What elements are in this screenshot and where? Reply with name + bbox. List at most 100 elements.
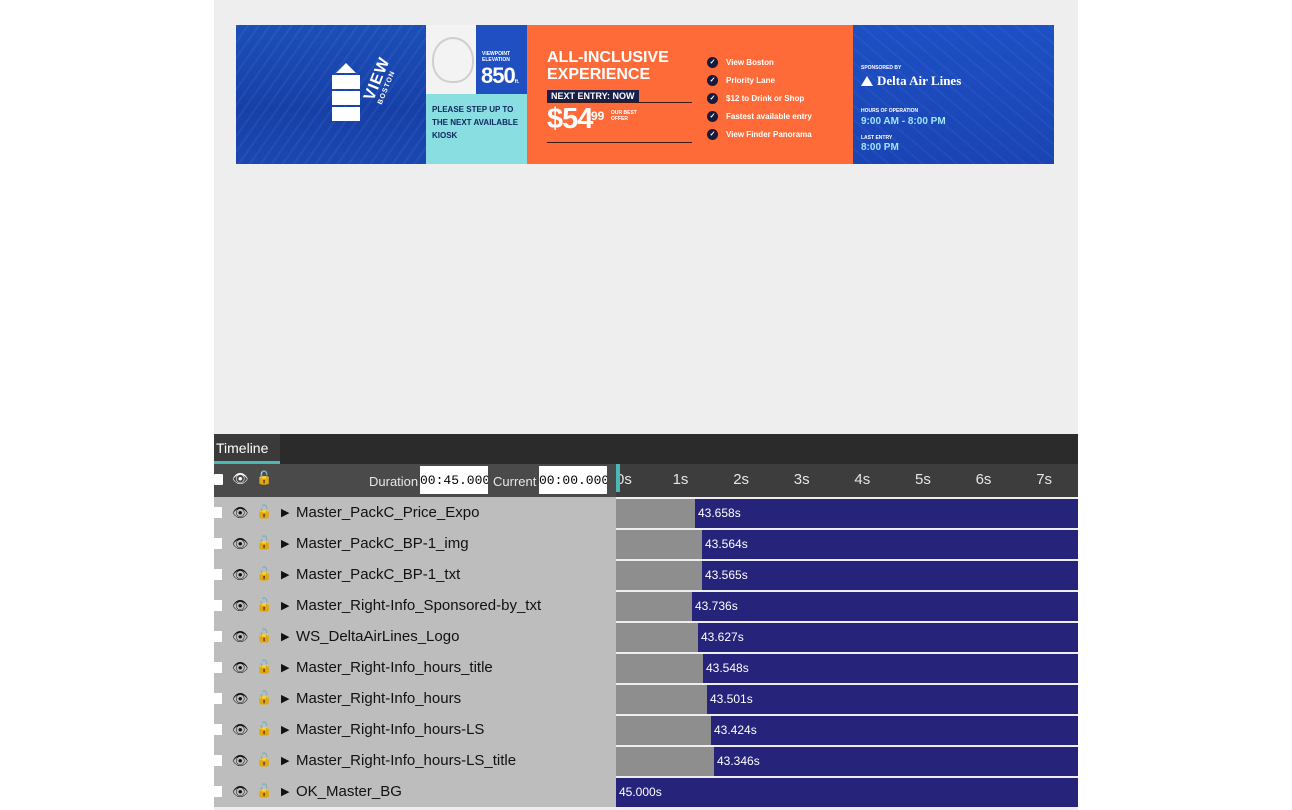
last-entry-label: LAST ENTRY: [861, 135, 893, 141]
track-clip-bar[interactable]: 43.736s: [692, 592, 1078, 621]
check-icon: ✓: [707, 110, 718, 122]
unlock-icon[interactable]: 🔓: [256, 471, 272, 484]
check-icon: ✓: [707, 74, 718, 86]
track-checkbox[interactable]: [214, 724, 222, 735]
track-name: Master_Right-Info_hours: [296, 690, 462, 707]
playhead-handle[interactable]: [616, 464, 620, 492]
triangle-right-icon[interactable]: ▶: [281, 785, 289, 798]
triangle-right-icon[interactable]: ▶: [281, 599, 289, 612]
track-checkbox[interactable]: [214, 507, 222, 518]
timeline-track-row[interactable]: 👁 🔓 ▶ Master_PackC_BP-1_img 43.564s: [214, 528, 1078, 559]
timeline-track-row[interactable]: 👁 🔓 ▶ Master_PackC_Price_Expo 43.658s: [214, 497, 1078, 528]
triangle-right-icon[interactable]: ▶: [281, 506, 289, 519]
timeline-track-row[interactable]: 👁 🔓 ▶ Master_Right-Info_hours-LS_title 43.34…: [214, 745, 1078, 776]
eye-icon[interactable]: 👁: [232, 567, 249, 583]
unlock-icon[interactable]: 🔓: [256, 752, 272, 768]
ruler-tick-label: 2s: [733, 471, 750, 488]
elevation-unit: ft.: [514, 79, 520, 85]
time-ruler[interactable]: 0s 1s 2s 3s 4s 5s 6s 7s: [616, 464, 1078, 497]
timeline-track-row[interactable]: 👁 🔓 ▶ WS_DeltaAirLines_Logo 43.627s: [214, 621, 1078, 652]
track-label-panel: [214, 776, 616, 807]
duration-input[interactable]: [420, 466, 488, 494]
track-clip-bar[interactable]: 43.501s: [707, 685, 1078, 714]
track-name: Master_Right-Info_hours-LS_title: [296, 752, 517, 769]
timeline-track-row[interactable]: 👁 🔓 ▶ Master_Right-Info_Sponsored-by_txt 43.…: [214, 590, 1078, 621]
timeline-track-row[interactable]: 👁 🔓 ▶ Master_Right-Info_hours-LS 43.424s: [214, 714, 1078, 745]
track-checkbox[interactable]: [214, 631, 222, 642]
unlock-icon[interactable]: 🔓: [256, 566, 272, 582]
track-checkbox[interactable]: [214, 569, 222, 580]
track-name: WS_DeltaAirLines_Logo: [296, 628, 460, 645]
unlock-icon[interactable]: 🔓: [256, 628, 272, 644]
timeline-track-row[interactable]: 👁 🔓 ▶ Master_Right-Info_hours_title 43.548s: [214, 652, 1078, 683]
triangle-right-icon[interactable]: ▶: [281, 568, 289, 581]
tab-timeline[interactable]: Timeline: [214, 434, 280, 464]
triangle-right-icon[interactable]: ▶: [281, 692, 289, 705]
track-name: Master_PackC_BP-1_img: [296, 535, 469, 552]
unlock-icon[interactable]: 🔓: [256, 535, 272, 551]
track-checkbox[interactable]: [214, 538, 222, 549]
eye-icon[interactable]: 👁: [232, 472, 249, 485]
timeline-track-row[interactable]: 👁 🔓 ▶ Master_Right-Info_hours 43.501s: [214, 683, 1078, 714]
banner-offer-panel: ALL-INCLUSIVE EXPERIENCE NEXT ENTRY: NOW…: [527, 25, 853, 164]
track-clip-bar[interactable]: 43.564s: [702, 530, 1078, 559]
offer-divider-bottom: [547, 142, 692, 143]
timeline-tabbar: Timeline: [214, 434, 1078, 464]
eye-icon[interactable]: 👁: [232, 505, 249, 521]
eye-icon[interactable]: 👁: [232, 784, 249, 800]
timeline-header: 👁 🔓 Duration Current 0s1s2s3s4s5s6s7s: [214, 464, 1078, 497]
elevation-graphic: [426, 25, 476, 94]
delta-logo: Delta Air Lines: [861, 73, 961, 89]
ruler-tick-label: 4s: [854, 471, 871, 488]
eye-icon[interactable]: 👁: [232, 660, 249, 676]
unlock-icon[interactable]: 🔓: [256, 783, 272, 799]
elevation-value: 850ft.: [481, 63, 520, 88]
track-clip-bar[interactable]: 43.346s: [714, 747, 1078, 776]
triangle-right-icon[interactable]: ▶: [281, 661, 289, 674]
hours-label: HOURS OF OPERATION: [861, 108, 919, 114]
track-delay-region: [616, 592, 692, 621]
track-name: Master_PackC_BP-1_txt: [296, 566, 461, 583]
triangle-right-icon[interactable]: ▶: [281, 537, 289, 550]
unlock-icon[interactable]: 🔓: [256, 597, 272, 613]
eye-icon[interactable]: 👁: [232, 598, 249, 614]
triangle-right-icon[interactable]: ▶: [281, 723, 289, 736]
price-dollars: $54: [547, 103, 593, 135]
eye-icon[interactable]: 👁: [232, 753, 249, 769]
track-checkbox[interactable]: [214, 662, 222, 673]
triangle-right-icon[interactable]: ▶: [281, 630, 289, 643]
banner-elevation-panel: VIEWPOINT ELEVATION 850ft. PLEASE STEP U…: [426, 25, 527, 164]
track-clip-bar[interactable]: 43.548s: [703, 654, 1078, 683]
eye-icon[interactable]: 👁: [232, 722, 249, 738]
track-clip-bar[interactable]: 43.627s: [698, 623, 1078, 652]
track-clip-bar[interactable]: 43.658s: [695, 499, 1078, 528]
track-checkbox[interactable]: [214, 693, 222, 704]
track-checkbox[interactable]: [214, 600, 222, 611]
track-delay-region: [616, 747, 714, 776]
eye-icon[interactable]: 👁: [232, 629, 249, 645]
current-time-input[interactable]: [539, 466, 607, 494]
timeline-track-row[interactable]: 👁 🔓 ▶ Master_PackC_BP-1_txt 43.565s: [214, 559, 1078, 590]
cloud-icon: [432, 37, 474, 83]
track-name: Master_PackC_Price_Expo: [296, 504, 480, 521]
triangle-right-icon[interactable]: ▶: [281, 754, 289, 767]
eye-icon[interactable]: 👁: [232, 691, 249, 707]
eye-icon[interactable]: 👁: [232, 536, 249, 552]
select-all-checkbox[interactable]: [214, 474, 223, 485]
track-delay-region: [616, 499, 695, 528]
feature-item: ✓ Fastest available entry: [707, 107, 812, 125]
track-delay-region: [616, 561, 702, 590]
duration-label: Duration: [369, 474, 419, 489]
unlock-icon[interactable]: 🔓: [256, 690, 272, 706]
track-clip-bar[interactable]: 43.565s: [702, 561, 1078, 590]
banner-preview[interactable]: VIEW BOSTON VIEWPOINT ELEVATION 850ft. P…: [236, 25, 1054, 164]
track-checkbox[interactable]: [214, 755, 222, 766]
track-checkbox[interactable]: [214, 786, 222, 797]
banner-info-panel: SPONSORED BY Delta Air Lines HOURS OF OP…: [853, 25, 1054, 164]
track-clip-bar[interactable]: 43.424s: [711, 716, 1078, 745]
timeline-track-row[interactable]: 👁 🔓 ▶ OK_Master_BG 45.000s: [214, 776, 1078, 807]
unlock-icon[interactable]: 🔓: [256, 659, 272, 675]
track-clip-bar[interactable]: 45.000s: [616, 778, 1078, 807]
unlock-icon[interactable]: 🔓: [256, 504, 272, 520]
unlock-icon[interactable]: 🔓: [256, 721, 272, 737]
